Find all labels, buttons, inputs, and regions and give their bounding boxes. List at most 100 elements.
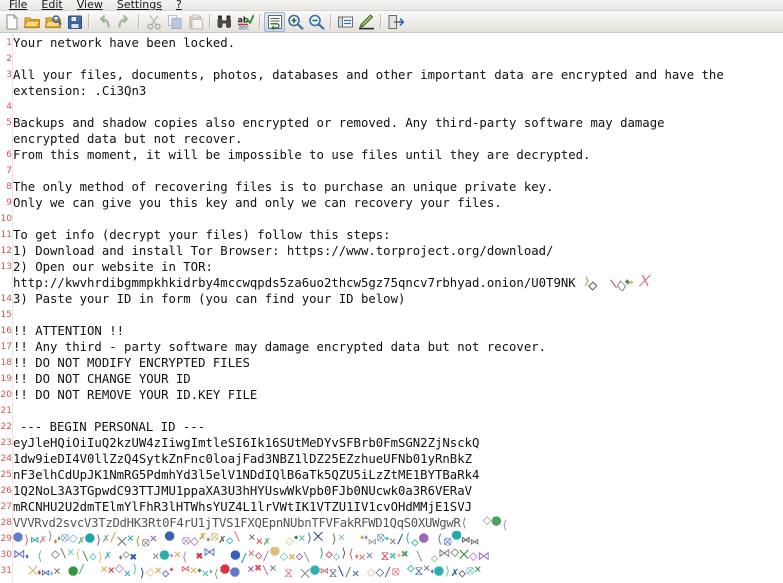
menu-help-label: ? (175, 0, 182, 11)
document-line[interactable]: 12 1) Download and install Tor Browser: h… (0, 243, 783, 259)
line-number: 7 (6, 166, 12, 176)
document-line[interactable]: 7 (0, 163, 783, 179)
line-number: 28 (0, 518, 12, 528)
document-line[interactable]: 4 (0, 99, 783, 115)
document-line[interactable]: 30 ⋈⬪ ⟨ ⬦\×⟨\◇⟩✗ ⬪◇✖ ⨯⯄⬩✕⟨ ✖⋈ ⯃/⨯◇/⯃⬦✖◇\ … (0, 547, 783, 563)
line-text: 1) Download and install Tor Browser: htt… (13, 244, 554, 258)
document-line[interactable]: 24 1dw9ieDI4V0llZzQ4SytkZnFnc0loajFad3NBZ… (0, 451, 783, 467)
document-line[interactable]: 15 (0, 307, 783, 323)
line-text: mRCNHU2U2dmTElmYlFhR3lHTWhsYUZ4L1lrVWtIK… (13, 500, 473, 514)
line-number: 19 (0, 374, 12, 384)
document-line[interactable]: 32--- END PERSONAL ID --- (0, 579, 783, 582)
document-lines[interactable]: 1 Your network have been locked. 2 3 All you… (0, 33, 783, 582)
find-icon[interactable] (214, 12, 235, 32)
line-number: 21 (0, 406, 12, 416)
document-line[interactable]: 11 To get info (decrypt your files) follo… (0, 227, 783, 243)
line-text: !! DO NOT CHANGE YOUR ID (13, 372, 191, 386)
line-number: 22 (0, 422, 12, 432)
line-text: http://kwvhrdibgmmpkhkidrby4mccwqpds5za6… (12, 275, 783, 291)
document-line[interactable]: 29 ⯃⟩⋈✗⟩⬪⬪⦻⬦✗⯃⟩✗/⨉⨯⟨⦻✕ ⯃ ⦻⬦✗⬩⦻✗◇\ ⨯⨯✗ ⬦⬩×… (0, 531, 783, 547)
line-text: encrypted data but not recover. (13, 132, 243, 146)
zoom-out-icon[interactable] (306, 12, 327, 32)
cut-icon[interactable] (143, 12, 164, 32)
document-line[interactable]: 5 Backups and shadow copies also encrypte… (0, 115, 783, 131)
document-line[interactable]: 16!! ATTENTION !! (0, 323, 783, 339)
show-borders-icon[interactable] (335, 12, 356, 32)
line-text: !! DO NOT REMOVE YOUR ID.KEY FILE (13, 388, 258, 402)
document-line[interactable]: 23 eyJleHQiOiIuQ2kzUW4zIiwgImtleSI6Ik16SU… (0, 435, 783, 451)
line-text: Your network have been locked. (13, 36, 236, 50)
line-number: 1 (6, 38, 12, 48)
document-line[interactable]: 18!! DO NOT MODIFY ENCRYPTED FILES (0, 355, 783, 371)
line-text: eyJleHQiOiIuQ2kzUW4zIiwgImtleSI6Ik16SUtM… (13, 436, 480, 450)
document-line[interactable]: 26 1Q2NoL3A3TGpwdC93TTJMU1ppaXA3U3hHYUswW… (0, 483, 783, 499)
open-recent-icon[interactable] (43, 12, 64, 32)
line-number: 25 (0, 470, 12, 480)
copy-icon[interactable] (164, 12, 185, 32)
line-number: 4 (6, 102, 12, 112)
line-number: 20 (0, 390, 12, 400)
undo-icon[interactable] (93, 12, 114, 32)
document-line[interactable]: 19!! DO NOT CHANGE YOUR ID (0, 371, 783, 387)
document-line[interactable]: 21 (0, 403, 783, 419)
redo-icon[interactable] (114, 12, 135, 32)
edit-mode-icon[interactable] (356, 12, 377, 32)
save-icon[interactable] (64, 12, 85, 32)
document-line[interactable]: extension: .Ci3Qn3 (0, 83, 783, 99)
line-text: The only method of recovering files is t… (13, 180, 554, 194)
line-text: !! DO NOT MODIFY ENCRYPTED FILES (13, 356, 250, 370)
menu-settings-label: Settings (116, 0, 162, 11)
zoom-in-icon[interactable] (285, 12, 306, 32)
line-number: 13 (0, 262, 12, 272)
document-line[interactable]: encrypted data but not recover. (0, 131, 783, 147)
line-number: 18 (0, 358, 12, 368)
line-number: 31 (0, 566, 12, 576)
line-number: 32 (0, 579, 12, 582)
document-line[interactable]: 6 From this moment, it will be impossible… (0, 147, 783, 163)
line-text: Only we can give you this key and only w… (13, 196, 502, 210)
editor-area[interactable]: 1 Your network have been locked. 2 3 All you… (0, 33, 783, 582)
document-line[interactable]: 13 2) Open our website in TOR: (0, 259, 783, 275)
line-text: !! ATTENTION !! (13, 324, 125, 338)
line-number: 8 (6, 182, 12, 192)
menu-view-label: View (76, 0, 103, 11)
line-number: 6 (6, 150, 12, 160)
line-text: To get info (decrypt your files) follow … (13, 228, 391, 242)
toolbar-separator (88, 14, 90, 29)
menu-file[interactable]: File (2, 0, 34, 10)
glitch-artifact: ⟩◇ \⬦⬩⬩ ⨉ (580, 275, 652, 291)
document-line[interactable]: 28 VVVRvd2svcV3TzDdHK3Rt0F4rU1jTVS1FXQEpn… (0, 515, 783, 531)
document-line[interactable]: 9 Only we can give you this key and only … (0, 195, 783, 211)
document-line[interactable]: 10 (0, 211, 783, 227)
document-line[interactable]: 25 nF3elhCdUpJK1NmRG5PdmhYd3l5elV1NDdIQlB… (0, 467, 783, 483)
paste-icon[interactable] (185, 12, 206, 32)
open-folder-icon[interactable] (22, 12, 43, 32)
new-icon[interactable] (1, 12, 22, 32)
line-text: !! Any third - party software may damage… (13, 340, 547, 354)
line-number: 27 (0, 502, 12, 512)
menu-edit-label: Edit (41, 0, 63, 11)
line-text: 2) Open our website in TOR: (13, 260, 213, 274)
document-line[interactable]: 27 mRCNHU2U2dmTElmYlFhR3lHTWhsYUZ4L1lrVWt… (0, 499, 783, 515)
line-number: 24 (0, 454, 12, 464)
menu-view[interactable]: View (70, 0, 110, 10)
document-line[interactable]: 17!! Any third - party software may dama… (0, 339, 783, 355)
document-line[interactable]: 20!! DO NOT REMOVE YOUR ID.KEY FILE (0, 387, 783, 403)
document-line[interactable]: 31 ⨉⬪⋈⬪× ⯃/ ××⬦✕⟩⟩⬦✕◇⬩ ⋈✕⬩✕⬪⟨⯃⯃ ×✖\× ⧖ ⨉… (0, 563, 783, 579)
quit-icon[interactable] (385, 12, 406, 32)
line-number: 3 (6, 70, 12, 80)
document-line[interactable]: 14 3) Paste your ID in form (you can find… (0, 291, 783, 307)
word-wrap-icon[interactable] (264, 11, 285, 32)
svg-text:abc: abc (239, 24, 250, 30)
document-line[interactable]: 1 Your network have been locked. (0, 35, 783, 51)
document-line[interactable]: 3 All your files, documents, photos, data… (0, 67, 783, 83)
document-line[interactable]: 22 --- BEGIN PERSONAL ID --- (0, 419, 783, 435)
document-line[interactable]: 2 (0, 51, 783, 67)
menu-bar: File Edit View Settings ? (0, 0, 783, 11)
menu-edit[interactable]: Edit (34, 0, 69, 10)
document-line[interactable]: 8 The only method of recovering files is … (0, 179, 783, 195)
document-line[interactable]: http://kwvhrdibgmmpkhkidrby4mccwqpds5za6… (0, 275, 783, 291)
spellcheck-icon[interactable]: ab abc (235, 12, 256, 32)
menu-help[interactable]: ? (169, 0, 189, 10)
menu-settings[interactable]: Settings (110, 0, 169, 10)
